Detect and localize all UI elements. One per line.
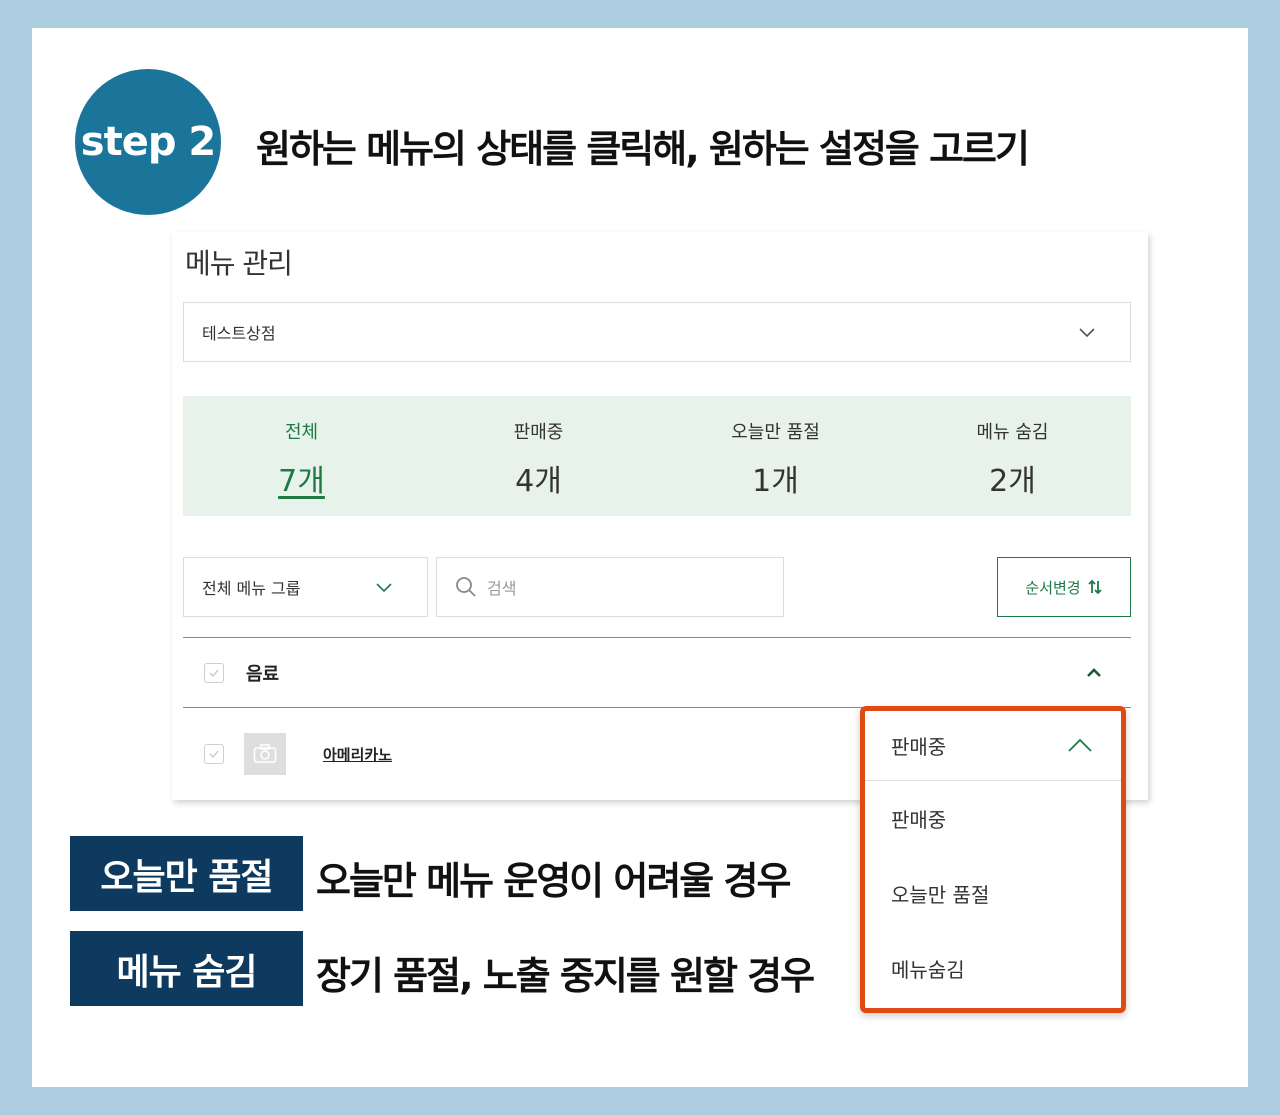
status-option-hidden[interactable]: 메뉴숨김 xyxy=(865,931,1121,1006)
status-option-on-sale[interactable]: 판매중 xyxy=(865,781,1121,856)
menu-item-thumbnail[interactable] xyxy=(244,733,286,775)
stat-all[interactable]: 전체 7개 xyxy=(183,396,420,516)
check-icon xyxy=(209,750,219,759)
status-dropdown-selected[interactable]: 판매중 xyxy=(865,711,1121,781)
legend-tag-sold-out-today: 오늘만 품절 xyxy=(70,836,303,911)
menu-group-row: 음료 xyxy=(183,637,1131,708)
stat-label: 오늘만 품절 xyxy=(731,422,820,443)
chevron-down-icon xyxy=(376,583,392,593)
check-icon xyxy=(209,669,219,677)
stat-on-sale[interactable]: 판매중 4개 xyxy=(420,396,657,516)
stat-count: 7개 xyxy=(278,464,325,499)
chevron-up-icon xyxy=(1068,738,1092,752)
chevron-up-icon[interactable] xyxy=(1085,664,1103,682)
group-name: 음료 xyxy=(246,663,280,685)
reorder-button-label: 순서변경 xyxy=(1025,578,1081,597)
menu-item-name[interactable]: 아메리카노 xyxy=(323,744,392,765)
status-summary: 전체 7개 판매중 4개 오늘만 품절 1개 메뉴 숨김 2개 xyxy=(183,396,1131,516)
stat-label: 메뉴 숨김 xyxy=(976,422,1049,443)
stat-sold-out-today[interactable]: 오늘만 품절 1개 xyxy=(657,396,894,516)
status-dropdown[interactable]: 판매중 판매중 오늘만 품절 메뉴숨김 xyxy=(860,706,1126,1013)
legend-tag-hidden: 메뉴 숨김 xyxy=(70,931,303,1006)
stat-count: 1개 xyxy=(752,464,799,499)
stat-count: 2개 xyxy=(989,464,1036,499)
status-selected-value: 판매중 xyxy=(891,735,947,759)
store-select[interactable]: 테스트상점 xyxy=(183,302,1131,362)
step-title: 원하는 메뉴의 상태를 클릭해, 원하는 설정을 고르기 xyxy=(256,127,1030,171)
stat-label: 전체 xyxy=(284,422,319,443)
group-checkbox[interactable] xyxy=(204,662,224,683)
search-icon xyxy=(456,577,476,597)
page-title: 메뉴 관리 xyxy=(185,247,293,280)
sort-arrows-icon xyxy=(1087,579,1102,595)
search-input[interactable]: 검색 xyxy=(436,557,784,617)
step-badge: step 2 xyxy=(75,69,221,215)
menu-group-select-value: 전체 메뉴 그룹 xyxy=(202,579,301,598)
chevron-down-icon xyxy=(1079,328,1095,338)
reorder-button[interactable]: 순서변경 xyxy=(997,557,1131,617)
camera-icon xyxy=(253,744,277,763)
status-option-sold-out-today[interactable]: 오늘만 품절 xyxy=(865,856,1121,931)
menu-item-checkbox[interactable] xyxy=(204,744,224,764)
stat-label: 판매중 xyxy=(513,422,564,443)
legend-text-hidden: 장기 품절, 노출 중지를 원할 경우 xyxy=(316,954,815,998)
search-placeholder: 검색 xyxy=(487,579,517,598)
menu-group-select[interactable]: 전체 메뉴 그룹 xyxy=(183,557,428,617)
store-select-value: 테스트상점 xyxy=(202,324,276,343)
stat-hidden[interactable]: 메뉴 숨김 2개 xyxy=(894,396,1131,516)
stat-count: 4개 xyxy=(515,464,562,499)
legend-text-sold-out-today: 오늘만 메뉴 운영이 어려울 경우 xyxy=(316,859,791,903)
